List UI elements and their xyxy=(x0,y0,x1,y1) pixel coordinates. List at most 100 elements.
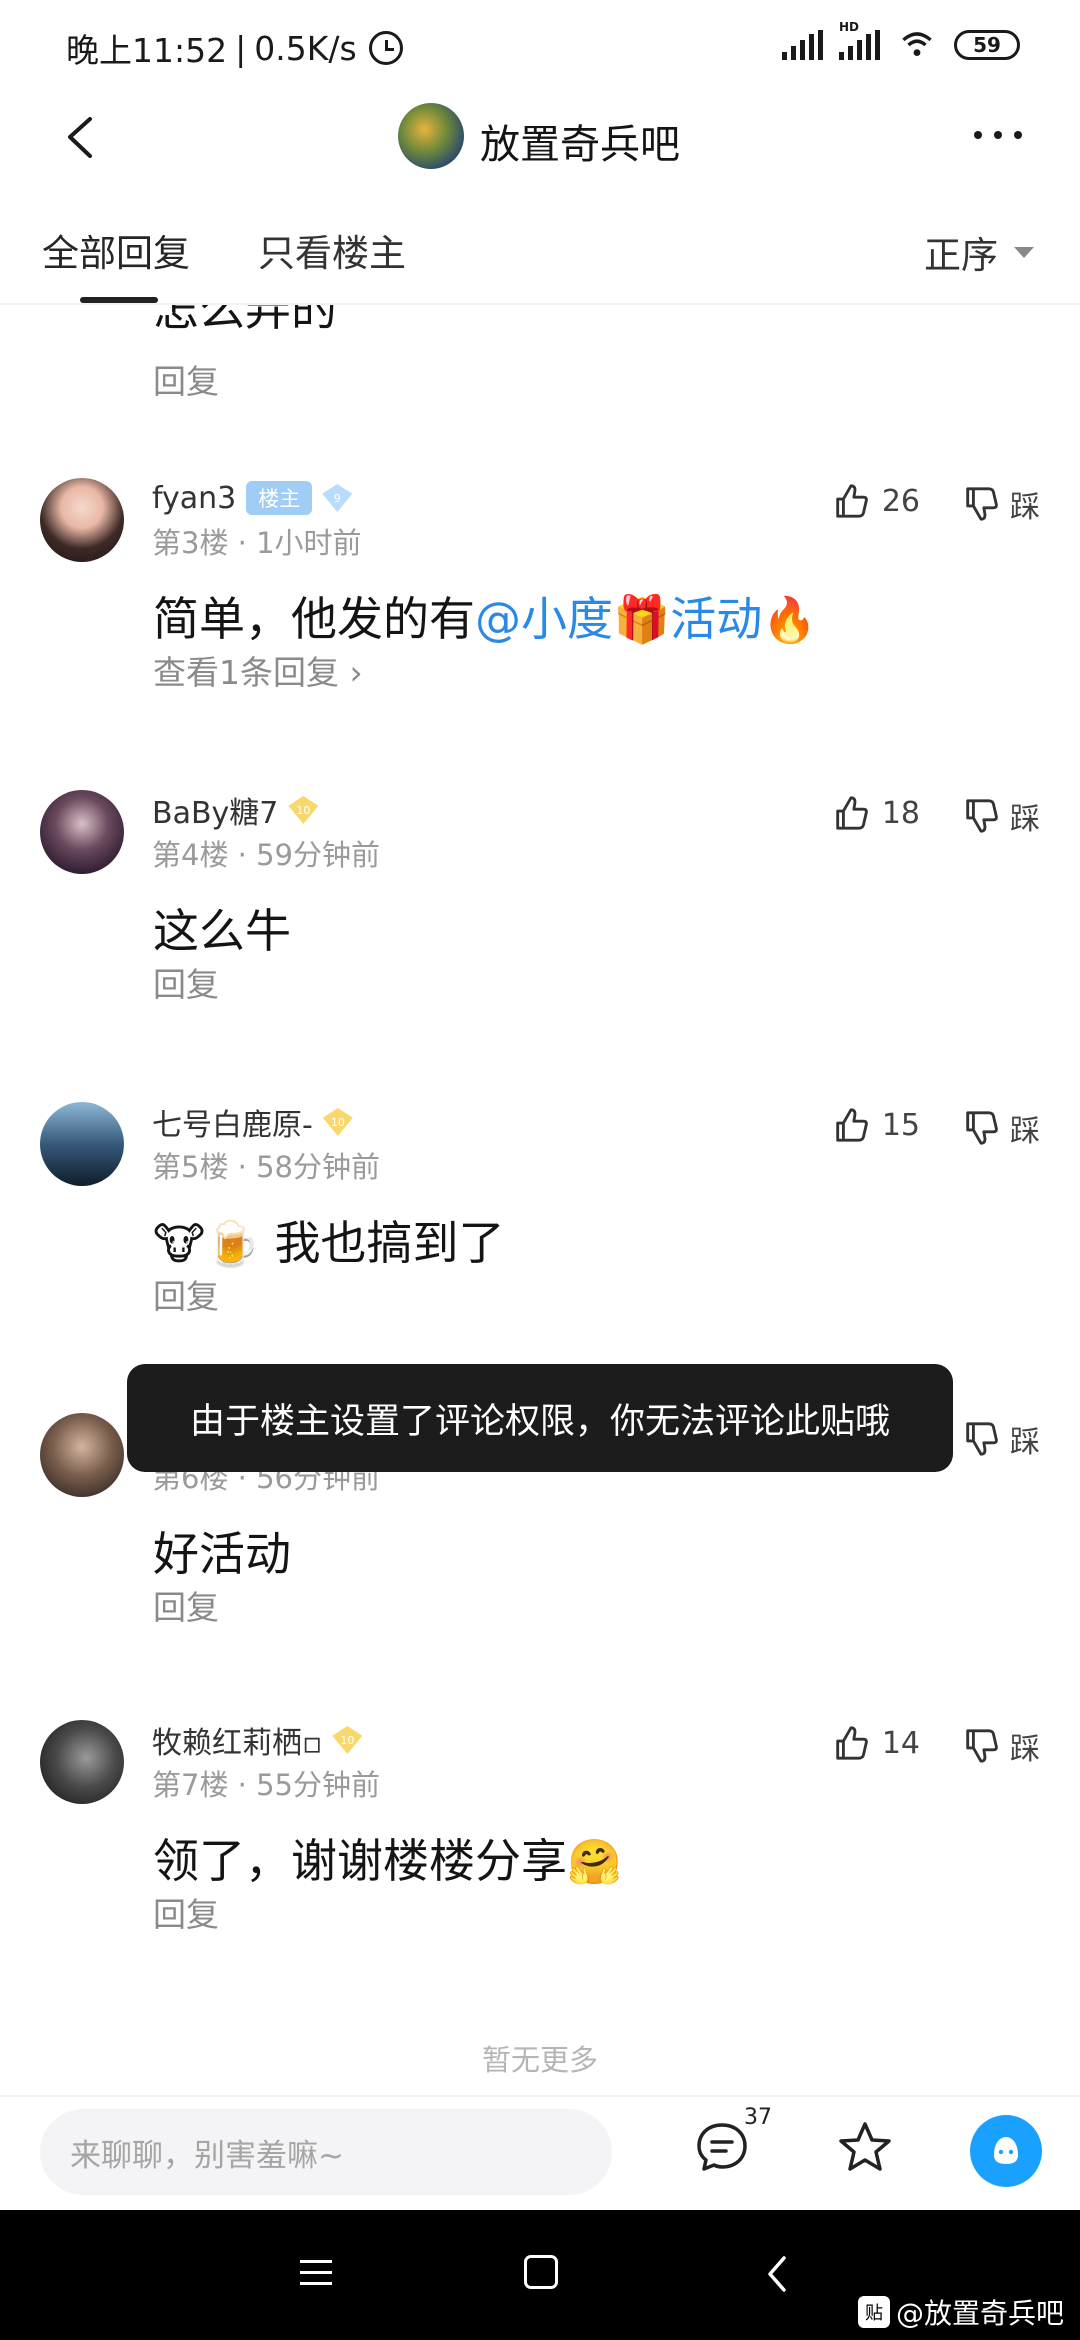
like-button[interactable]: 15 xyxy=(832,1106,920,1144)
avatar[interactable] xyxy=(40,478,124,562)
owner-badge: 楼主 xyxy=(246,481,313,515)
tab-owner-only[interactable]: 只看楼主 xyxy=(258,223,406,277)
post-text-body: 领了，谢谢楼楼分享 xyxy=(153,1834,567,1888)
reply-link[interactable]: 回复 xyxy=(153,958,219,1006)
like-button[interactable]: 26 xyxy=(832,482,920,520)
post-text: 好活动 xyxy=(153,1527,291,1581)
dislike-button[interactable]: 踩 xyxy=(962,1106,1040,1150)
hd-signal-icon: HD xyxy=(839,20,880,60)
nav-back-icon[interactable] xyxy=(762,2254,792,2294)
thumb-up-icon xyxy=(836,1108,868,1142)
sort-dropdown[interactable]: 正序 xyxy=(924,225,1034,279)
star-icon[interactable] xyxy=(836,2119,894,2177)
username-row: 七号白鹿原- 10 xyxy=(152,1100,353,1144)
no-more-label: 暂无更多 xyxy=(481,2043,598,2077)
thumb-down-icon xyxy=(966,1729,998,1763)
reply-link[interactable]: 回复 xyxy=(153,355,219,403)
reply-link[interactable]: 回复 xyxy=(153,1888,219,1936)
sort-label: 正序 xyxy=(924,234,998,277)
dislike-label: 踩 xyxy=(1010,1114,1040,1149)
dislike-label: 踩 xyxy=(1010,802,1040,837)
dislike-label: 踩 xyxy=(1010,1425,1040,1460)
dislike-button[interactable]: 踩 xyxy=(962,794,1040,838)
tieba-logo-icon: 贴 xyxy=(857,2296,890,2328)
dislike-button[interactable]: 踩 xyxy=(962,482,1040,526)
app-header: 放置奇兵吧 xyxy=(0,95,1080,180)
mention-link[interactable]: @小度🎁活动 xyxy=(475,592,762,646)
post-meta: 第5楼 · 58分钟前 xyxy=(152,1150,381,1184)
post-meta: 第7楼 · 55分钟前 xyxy=(152,1768,381,1802)
back-icon[interactable] xyxy=(62,115,102,160)
cow-beer-emoji: 🐮🍺 xyxy=(153,1219,260,1270)
network-speed: 0.5K/s xyxy=(254,28,357,68)
forum-title[interactable]: 放置奇兵吧 xyxy=(480,112,680,170)
fire-emoji: 🔥 xyxy=(762,595,818,646)
username[interactable]: 牧赖红莉栖▫ xyxy=(152,1718,322,1762)
level-badge: 9 xyxy=(322,484,353,512)
like-count: 26 xyxy=(881,483,920,519)
post-text: 领了，谢谢楼楼分享🤗 xyxy=(153,1825,622,1891)
level-badge: 10 xyxy=(288,796,319,824)
username[interactable]: fyan3 xyxy=(152,481,236,516)
status-right: HD 59 xyxy=(782,20,1020,62)
level-badge: 10 xyxy=(332,1726,363,1754)
level-badge: 10 xyxy=(322,1108,353,1136)
comment-icon[interactable] xyxy=(694,2119,750,2175)
like-button[interactable]: 14 xyxy=(832,1724,920,1762)
username[interactable]: 七号白鹿原- xyxy=(152,1100,313,1144)
username-row: fyan3 楼主 9 xyxy=(152,478,353,518)
hd-label: HD xyxy=(839,20,860,34)
status-separator: | xyxy=(235,28,247,68)
post-text-prefix: 简单，他发的有 xyxy=(153,592,475,646)
username[interactable]: BaBy糖7 xyxy=(152,788,278,832)
like-count: 15 xyxy=(881,1107,920,1143)
reply-link[interactable]: 回复 xyxy=(153,1270,219,1318)
permission-toast: 由于楼主设置了评论权限，你无法评论此贴哦 xyxy=(127,1364,953,1472)
assistant-icon xyxy=(994,2137,1018,2164)
status-left: 晚上11:52 | 0.5K/s xyxy=(66,24,403,72)
dislike-button[interactable]: 踩 xyxy=(962,1724,1040,1768)
signal-icon xyxy=(782,30,823,60)
watermark-text: @放置奇兵吧 xyxy=(895,2297,1064,2330)
tab-indicator xyxy=(80,297,158,303)
like-button[interactable]: 18 xyxy=(832,794,920,832)
avatar[interactable] xyxy=(40,1720,124,1804)
caret-down-icon xyxy=(1014,246,1034,258)
partial-post-text: 怎么弄的 xyxy=(153,305,337,336)
reply-tabs: 全部回复 只看楼主 正序 xyxy=(0,215,1080,305)
post-meta: 第3楼 · 1小时前 xyxy=(152,526,362,560)
wifi-icon xyxy=(902,32,932,57)
post-meta: 第4楼 · 59分钟前 xyxy=(152,838,381,872)
thumb-up-icon xyxy=(836,796,868,830)
reply-list[interactable]: 怎么弄的 回复 fyan3 楼主 9 第3楼 · 1小时前 26 踩 简单，他发… xyxy=(0,305,1080,2095)
comment-count: 37 xyxy=(744,2105,772,2130)
more-icon[interactable] xyxy=(974,131,1022,139)
home-icon[interactable] xyxy=(524,2255,558,2289)
dislike-button[interactable]: 踩 xyxy=(962,1417,1040,1461)
like-count: 14 xyxy=(881,1725,920,1761)
alarm-icon xyxy=(368,31,403,65)
tab-all-replies[interactable]: 全部回复 xyxy=(42,223,190,277)
username-row: BaBy糖7 10 xyxy=(152,788,319,832)
thumb-up-icon xyxy=(836,484,868,518)
thumb-down-icon xyxy=(966,1422,998,1456)
menu-icon[interactable] xyxy=(300,2260,332,2293)
post-text-body: 我也搞到了 xyxy=(274,1216,505,1270)
avatar[interactable] xyxy=(40,790,124,874)
battery-icon: 59 xyxy=(954,30,1020,60)
avatar[interactable] xyxy=(40,1102,124,1186)
battery-level: 59 xyxy=(973,33,1001,57)
bottom-action-bar: 来聊聊，别害羞嘛~ 37 xyxy=(0,2095,1080,2210)
avatar[interactable] xyxy=(40,1413,124,1497)
post-text: 🐮🍺 我也搞到了 xyxy=(153,1207,505,1273)
reply-link[interactable]: 回复 xyxy=(153,1581,219,1629)
dislike-label: 踩 xyxy=(1010,490,1040,525)
forum-avatar[interactable] xyxy=(398,103,464,169)
view-replies-link[interactable]: 查看1条回复 › xyxy=(153,646,363,694)
status-time: 晚上11:52 xyxy=(66,31,228,70)
hug-emoji: 🤗 xyxy=(567,1837,622,1888)
post-text: 这么牛 xyxy=(153,904,291,958)
post-text: 简单，他发的有@小度🎁活动🔥 xyxy=(153,583,817,649)
comment-input[interactable]: 来聊聊，别害羞嘛~ xyxy=(40,2109,612,2195)
assistant-button[interactable] xyxy=(970,2115,1042,2187)
